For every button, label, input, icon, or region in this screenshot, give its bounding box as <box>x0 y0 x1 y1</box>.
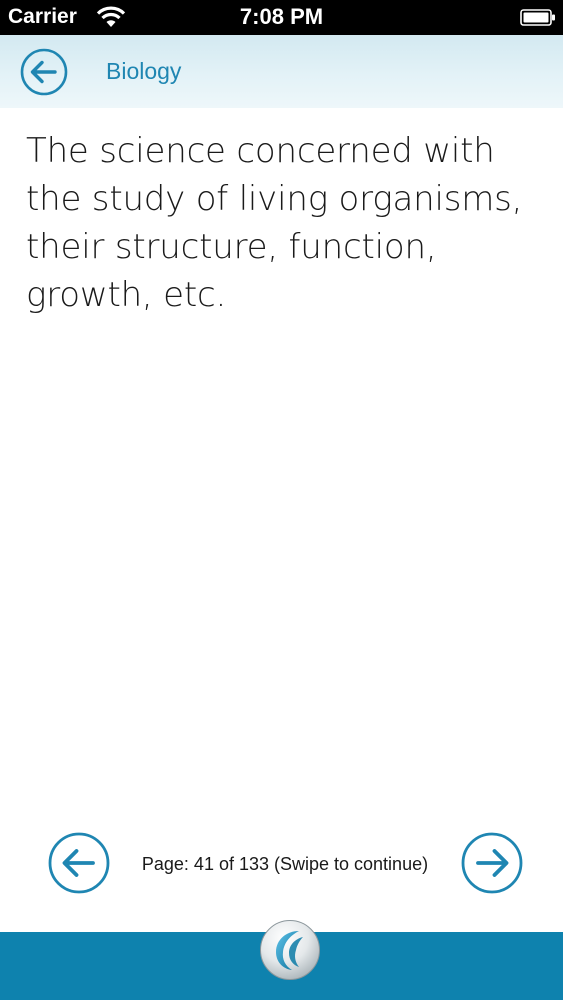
arrow-right-circle-icon <box>461 832 523 894</box>
battery-icon <box>520 9 555 26</box>
header-bar: Biology <box>0 35 563 108</box>
arrow-left-circle-icon <box>48 832 110 894</box>
page-indicator: Page: 41 of 133 (Swipe to continue) <box>141 854 429 874</box>
previous-page-button[interactable] <box>48 832 110 894</box>
status-bar: Carrier 7:08 PM <box>0 0 563 35</box>
arrow-left-circle-icon <box>20 48 68 96</box>
next-page-button[interactable] <box>461 832 523 894</box>
definition-text: The science concerned with the study of … <box>26 131 523 315</box>
clock: 7:08 PM <box>239 4 324 29</box>
back-button[interactable] <box>20 48 68 96</box>
app-logo-icon <box>260 920 320 980</box>
app-screen: Carrier 7:08 PM Biology The science conc… <box>0 0 563 1000</box>
page-title: Biology <box>106 58 182 84</box>
home-logo-button[interactable] <box>259 919 321 981</box>
